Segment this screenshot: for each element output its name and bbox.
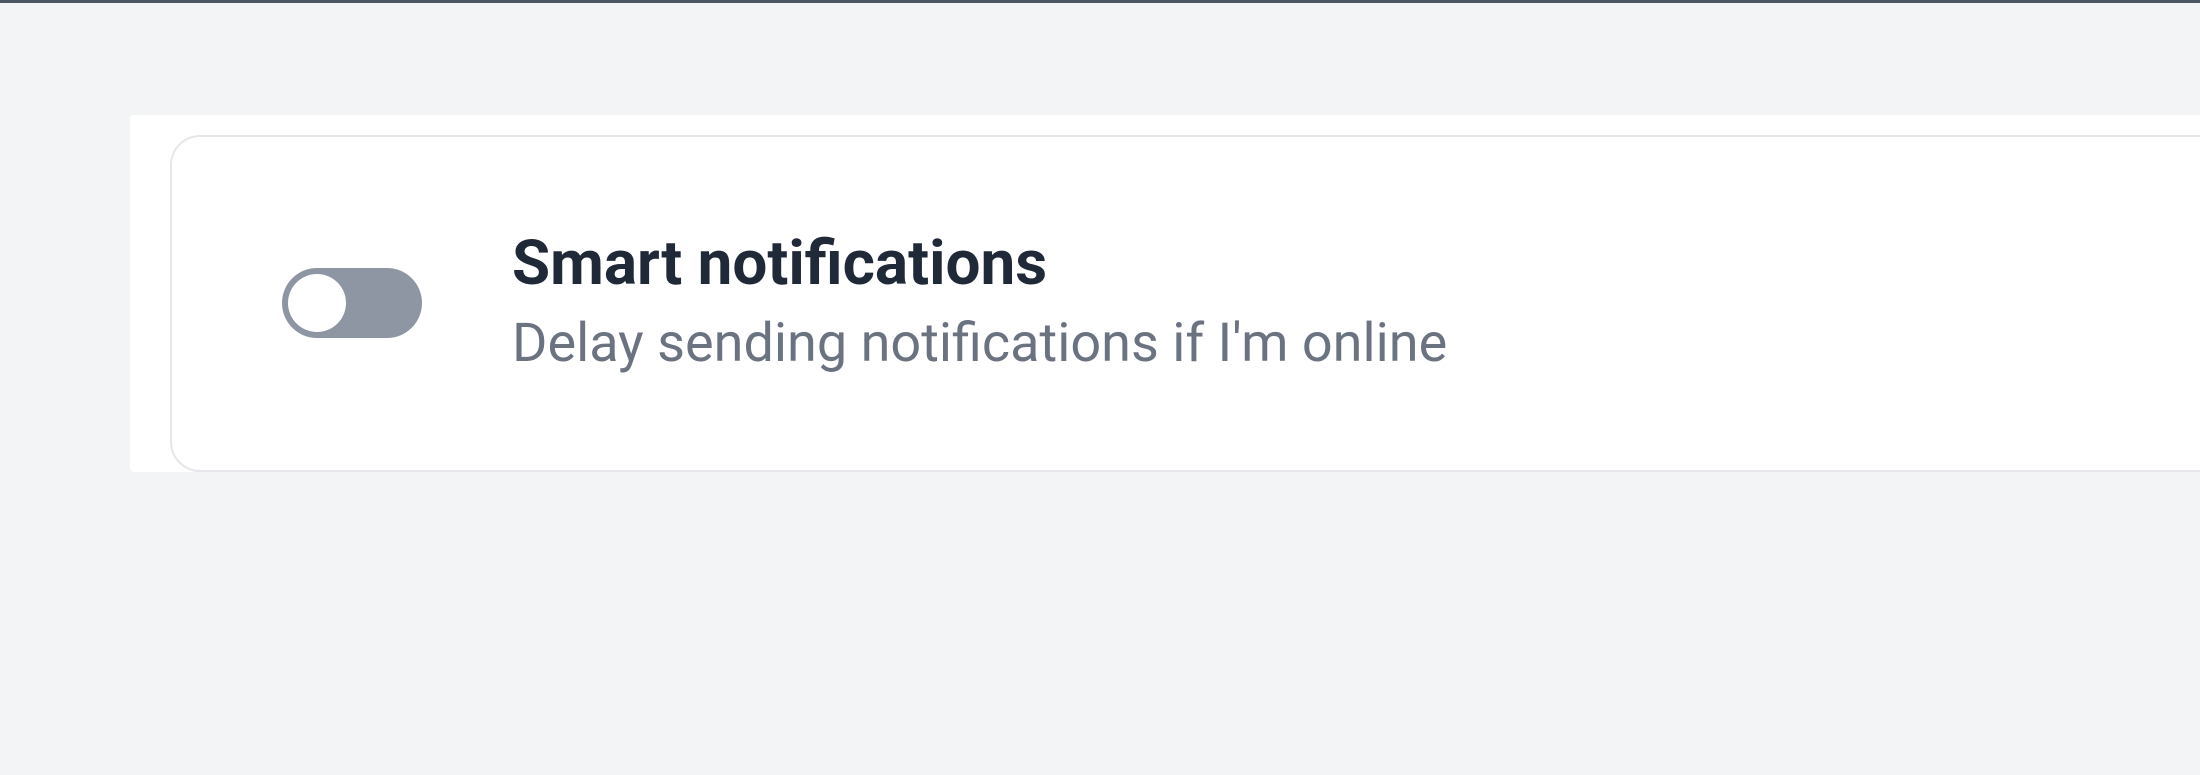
setting-title: Smart notifications (512, 227, 1447, 301)
setting-description: Delay sending notifications if I'm onlin… (512, 309, 1447, 379)
toggle-thumb-icon (288, 274, 346, 332)
smart-notifications-setting: Smart notifications Delay sending notifi… (170, 135, 2200, 472)
settings-panel: Smart notifications Delay sending notifi… (130, 115, 2200, 472)
smart-notifications-toggle[interactable] (282, 268, 422, 338)
setting-text-group: Smart notifications Delay sending notifi… (512, 227, 1447, 380)
